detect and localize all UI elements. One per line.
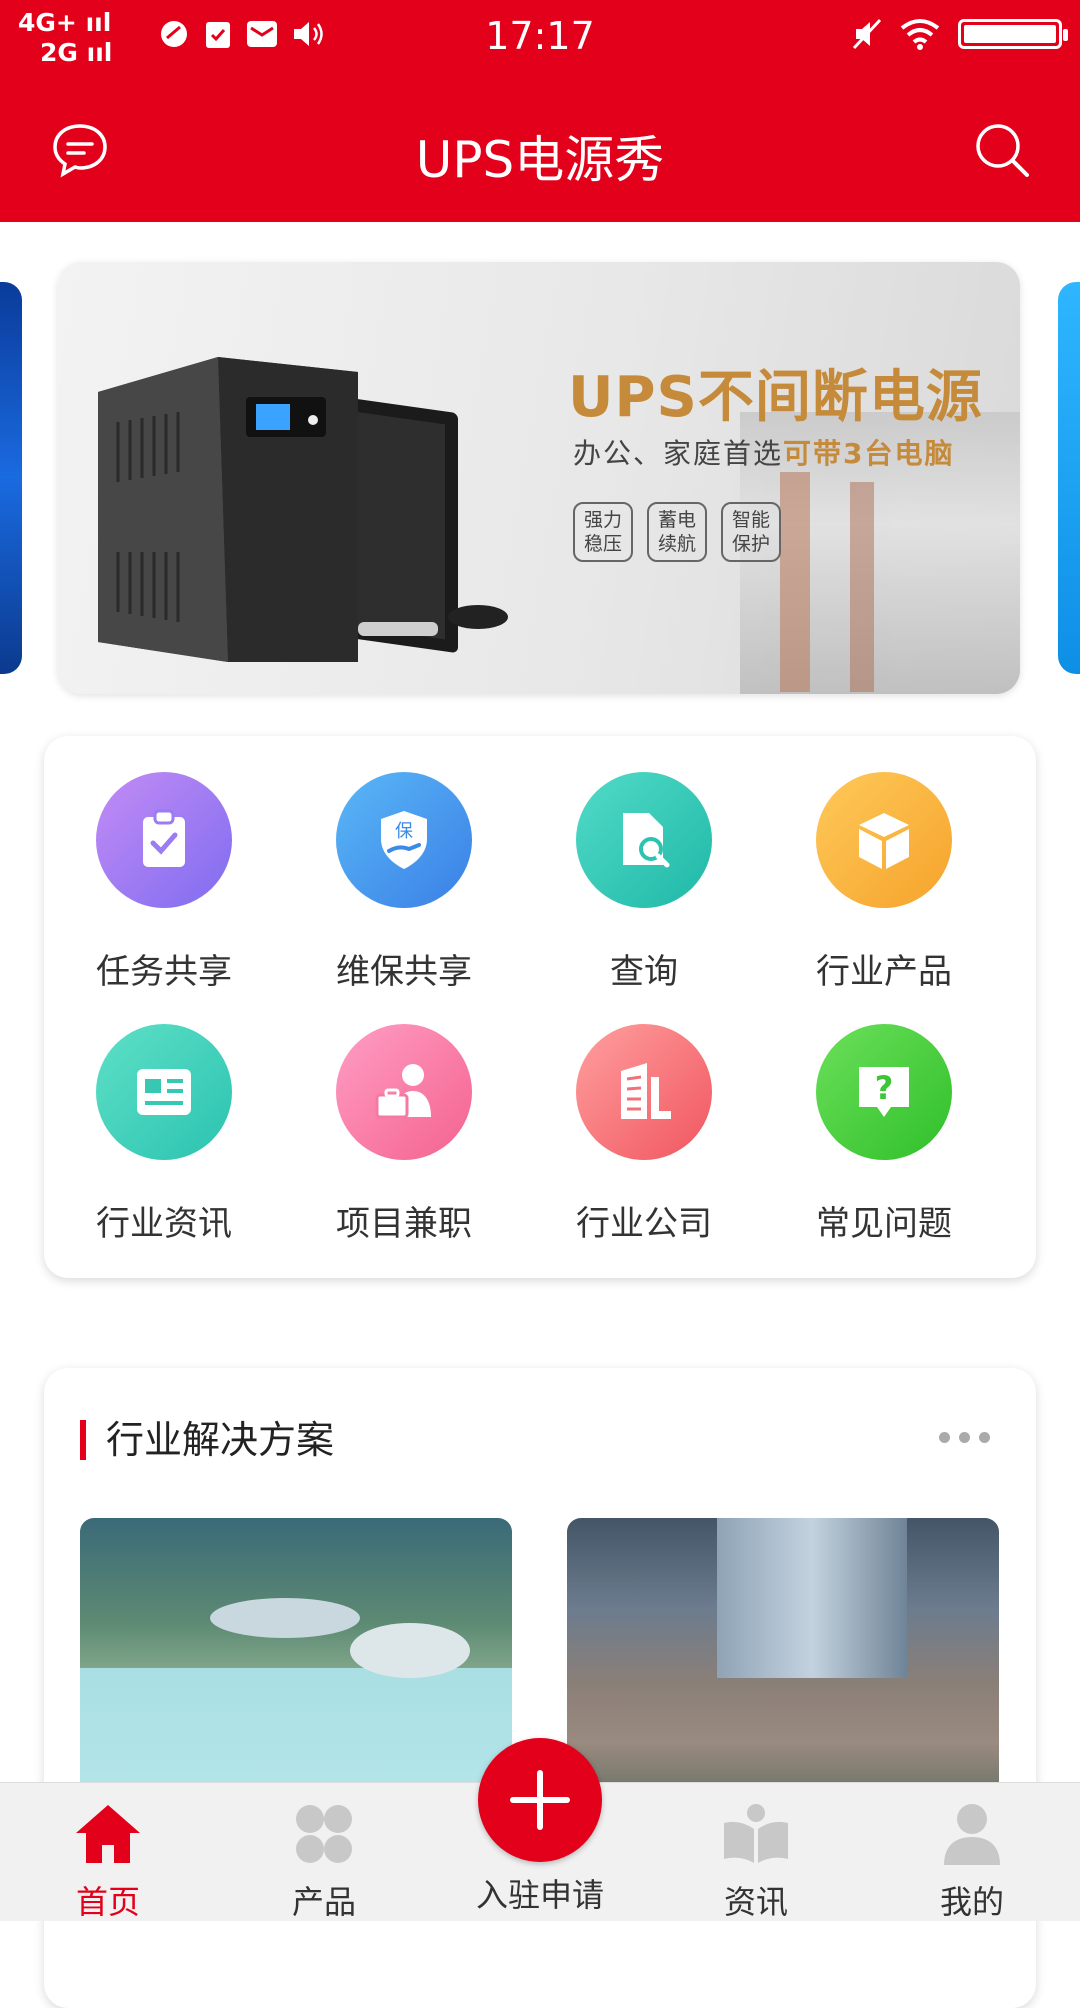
banner-tags: 强力稳压 蓄电续航 智能保护 <box>573 502 781 562</box>
banner-subtitle: 办公、家庭首选可带3台电脑 <box>573 432 955 472</box>
grid-item-label: 行业产品 <box>816 952 952 992</box>
status-right-icons <box>852 18 1068 50</box>
tower-shape <box>717 1518 907 1678</box>
banner-subtitle-prefix: 办公、家庭首选 <box>573 437 784 470</box>
user-icon <box>944 1804 1000 1865</box>
search-icon <box>976 124 1029 177</box>
more-dot-icon <box>959 1432 970 1443</box>
search-button[interactable] <box>972 120 1032 180</box>
page-title: UPS电源秀 <box>415 131 665 189</box>
banner-subtitle-highlight: 可带3台电脑 <box>783 437 955 470</box>
question-bubble-icon: ? <box>816 1024 952 1160</box>
person-briefcase-icon <box>336 1024 472 1160</box>
nav-label: 首页 <box>75 1883 140 1921</box>
grid-item-industry-companies[interactable]: 行业公司 <box>524 1024 764 1244</box>
banner-next-slide[interactable] <box>1058 282 1080 674</box>
stadium-shape <box>350 1623 470 1678</box>
book-reader-icon <box>724 1804 788 1863</box>
banner-headline: UPS不间断电源 <box>568 365 983 430</box>
app-header: 4G+ ııl 2G ııl 17:17 UPS电源秀 <box>0 0 1080 222</box>
grid-four-icon <box>296 1805 352 1863</box>
status-bar: 4G+ ııl 2G ııl 17:17 <box>0 0 1080 75</box>
solution-card-image[interactable] <box>80 1518 512 1818</box>
grid-item-faq[interactable]: ? 常见问题 <box>764 1024 1004 1244</box>
banner-tag: 强力稳压 <box>573 502 633 562</box>
grid-item-label: 查询 <box>610 952 678 992</box>
stadium-shape <box>210 1598 360 1638</box>
banner-tag: 智能保护 <box>721 502 781 562</box>
document-search-icon <box>576 772 712 908</box>
battery-icon <box>958 19 1068 49</box>
more-dot-icon <box>979 1432 990 1443</box>
banner-slide[interactable]: UPS不间断电源 办公、家庭首选可带3台电脑 强力稳压 蓄电续航 智能保护 <box>58 262 1020 694</box>
feature-grid: 任务共享 保 维保共享 查询 行业产品 行业资讯 项目兼职 行业公司 ? 常见问… <box>44 736 1036 1278</box>
building-icon <box>576 1024 712 1160</box>
grid-item-label: 维保共享 <box>336 952 472 992</box>
banner-carousel[interactable]: UPS不间断电源 办公、家庭首选可带3台电脑 强力稳压 蓄电续航 智能保护 <box>0 262 1080 694</box>
more-button[interactable] <box>939 1432 990 1443</box>
nav-profile[interactable]: 我的 <box>902 1801 1042 1923</box>
nav-news[interactable]: 资讯 <box>686 1801 826 1923</box>
news-icon <box>96 1024 232 1160</box>
title-bar: UPS电源秀 <box>0 100 1080 200</box>
wifi-icon <box>900 19 940 50</box>
grid-item-label: 任务共享 <box>96 952 232 992</box>
solution-card-image[interactable] <box>567 1518 999 1818</box>
ups-device-image <box>98 357 508 662</box>
join-apply-button[interactable] <box>478 1738 602 1862</box>
grid-item-label: 常见问题 <box>816 1204 952 1244</box>
more-dot-icon <box>939 1432 950 1443</box>
nav-products[interactable]: 产品 <box>254 1801 394 1923</box>
banner-tag: 蓄电续航 <box>647 502 707 562</box>
grid-item-label: 项目兼职 <box>336 1204 472 1244</box>
grid-item-project-parttime[interactable]: 项目兼职 <box>284 1024 524 1244</box>
mute-icon <box>852 18 882 50</box>
grid-item-task-share[interactable]: 任务共享 <box>44 772 284 992</box>
grid-item-label: 行业资讯 <box>96 1204 232 1244</box>
nav-label: 资讯 <box>723 1883 788 1921</box>
section-title: 行业解决方案 <box>80 1420 334 1460</box>
svg-text:?: ? <box>875 1069 894 1107</box>
box-icon <box>816 772 952 908</box>
nav-label: 产品 <box>291 1883 356 1921</box>
join-apply-label[interactable]: 入驻申请 <box>440 1870 640 1916</box>
clipboard-check-icon <box>96 772 232 908</box>
nav-home[interactable]: 首页 <box>38 1801 178 1923</box>
plus-icon <box>510 1770 570 1830</box>
grid-item-maintenance-share[interactable]: 保 维保共享 <box>284 772 524 992</box>
nav-label: 我的 <box>939 1883 1004 1921</box>
grid-item-label: 行业公司 <box>576 1204 712 1244</box>
shield-hand-icon: 保 <box>336 772 472 908</box>
home-icon <box>76 1805 140 1863</box>
grid-item-query[interactable]: 查询 <box>524 772 764 992</box>
grid-item-industry-news[interactable]: 行业资讯 <box>44 1024 284 1244</box>
svg-text:保: 保 <box>395 821 413 842</box>
grid-item-industry-products[interactable]: 行业产品 <box>764 772 1004 992</box>
banner-prev-slide[interactable] <box>0 282 22 674</box>
